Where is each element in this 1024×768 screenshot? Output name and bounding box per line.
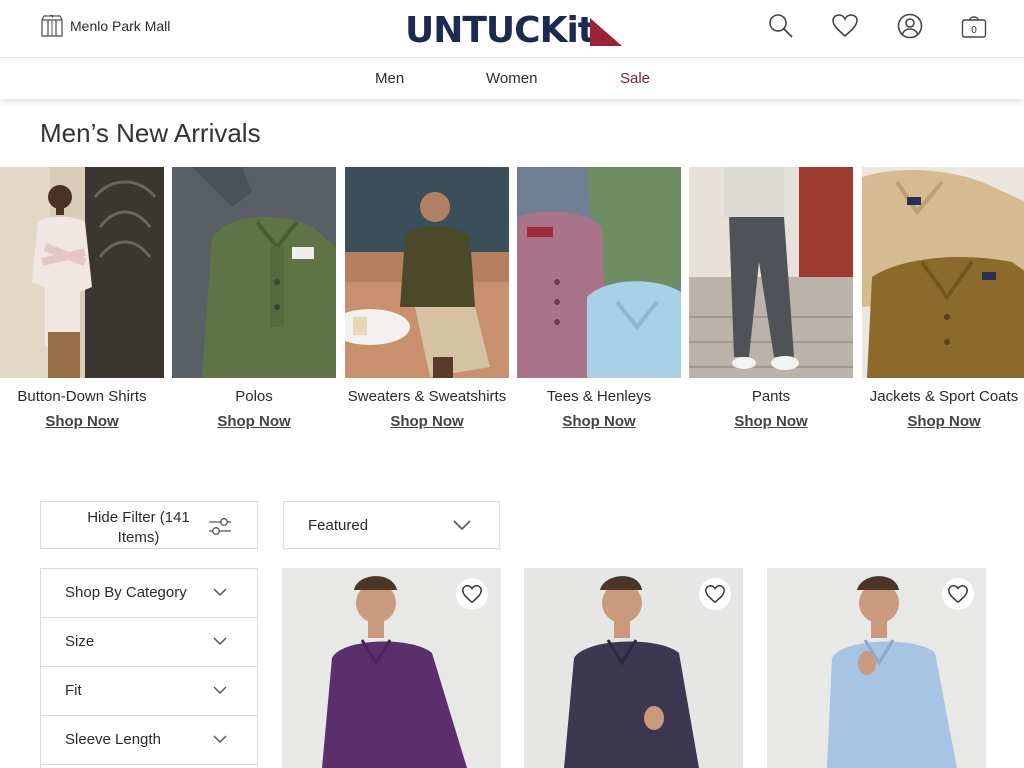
search-icon[interactable] xyxy=(767,12,795,40)
filter-facets: Shop By Category Size Fit Sleeve Length xyxy=(40,568,258,768)
facet-label: Size xyxy=(65,633,95,650)
brand-logo[interactable]: UNTUCKit xyxy=(405,10,623,51)
sort-dropdown[interactable]: Featured xyxy=(283,501,500,549)
category-image xyxy=(689,167,853,378)
heart-icon xyxy=(948,585,968,604)
facet-fit[interactable]: Fit xyxy=(41,667,257,716)
wishlist-button[interactable] xyxy=(942,578,974,610)
product-card[interactable] xyxy=(767,568,986,768)
category-card-sweaters-sweatshirts[interactable]: Sweaters & Sweatshirts Shop Now xyxy=(345,167,509,431)
category-name: Jackets & Sport Coats xyxy=(869,388,1019,405)
wishlist-button[interactable] xyxy=(699,578,731,610)
chevron-down-icon xyxy=(213,588,227,597)
shop-now-link[interactable]: Shop Now xyxy=(562,413,635,430)
store-name: Menlo Park Mall xyxy=(70,18,171,34)
heart-icon xyxy=(462,585,482,604)
nav-women[interactable]: Women xyxy=(486,70,537,87)
shop-now-link[interactable]: Shop Now xyxy=(45,413,118,430)
chevron-down-icon xyxy=(213,735,227,744)
filter-label: Hide Filter (141 Items) xyxy=(87,509,190,546)
shop-now-link[interactable]: Shop Now xyxy=(734,413,807,430)
category-name: Tees & Henleys xyxy=(546,388,652,405)
wishlist-button[interactable] xyxy=(456,578,488,610)
category-image xyxy=(862,167,1024,378)
category-card-polos[interactable]: Polos Shop Now xyxy=(172,167,336,431)
page-title: Men’s New Arrivals xyxy=(40,118,261,148)
top-header: Menlo Park Mall UNTUCKit 0 xyxy=(0,0,1024,58)
wishlist-heart-icon[interactable] xyxy=(831,12,859,40)
category-image xyxy=(0,167,164,378)
category-card-button-down-shirts[interactable]: Button-Down Shirts Shop Now xyxy=(0,167,164,431)
category-image xyxy=(517,167,681,378)
chevron-down-icon xyxy=(453,520,471,531)
category-carousel: Button-Down Shirts Shop Now Polos Shop N… xyxy=(0,167,1024,457)
chevron-down-icon xyxy=(213,686,227,695)
category-card-jackets-sport-coats[interactable]: Jackets & Sport Coats Shop Now xyxy=(862,167,1024,431)
category-name: Button-Down Shirts xyxy=(17,388,147,405)
facet-label: Shop By Category xyxy=(65,584,187,601)
category-card-pants[interactable]: Pants Shop Now xyxy=(689,167,853,431)
product-card[interactable] xyxy=(282,568,501,768)
nav-men[interactable]: Men xyxy=(375,70,404,87)
nav-sale[interactable]: Sale xyxy=(620,70,650,87)
category-card-tees-henleys[interactable]: Tees & Henleys Shop Now xyxy=(517,167,681,431)
sort-selected: Featured xyxy=(308,517,369,534)
main-nav: Men Women Sale xyxy=(0,59,1024,99)
facet-shop-by-category[interactable]: Shop By Category xyxy=(41,569,257,618)
facet-size[interactable]: Size xyxy=(41,618,257,667)
shop-now-link[interactable]: Shop Now xyxy=(390,413,463,430)
shop-now-link[interactable]: Shop Now xyxy=(217,413,290,430)
category-name: Pants xyxy=(751,388,791,405)
product-card[interactable] xyxy=(524,568,743,768)
heart-icon xyxy=(705,585,725,604)
account-icon[interactable] xyxy=(896,12,924,40)
chevron-down-icon xyxy=(213,637,227,646)
facet-label: Sleeve Length xyxy=(65,731,161,748)
bag-count: 0 xyxy=(971,25,977,36)
store-icon xyxy=(41,15,63,37)
shop-now-link[interactable]: Shop Now xyxy=(907,413,980,430)
facet-sleeve-length[interactable]: Sleeve Length xyxy=(41,716,257,765)
category-image xyxy=(172,167,336,378)
store-selector[interactable]: Menlo Park Mall xyxy=(40,14,170,38)
shopping-bag-icon[interactable]: 0 xyxy=(960,12,988,40)
category-name: Sweaters & Sweatshirts xyxy=(347,388,507,405)
facet-label: Fit xyxy=(65,682,82,699)
filter-sliders-icon xyxy=(209,518,231,535)
logo-text: UNTUCKit xyxy=(405,10,595,51)
logo-flag-icon xyxy=(590,17,623,46)
category-image xyxy=(345,167,509,378)
category-name: Polos xyxy=(235,388,273,405)
hide-filter-button[interactable]: Hide Filter (141 Items) xyxy=(40,501,258,549)
